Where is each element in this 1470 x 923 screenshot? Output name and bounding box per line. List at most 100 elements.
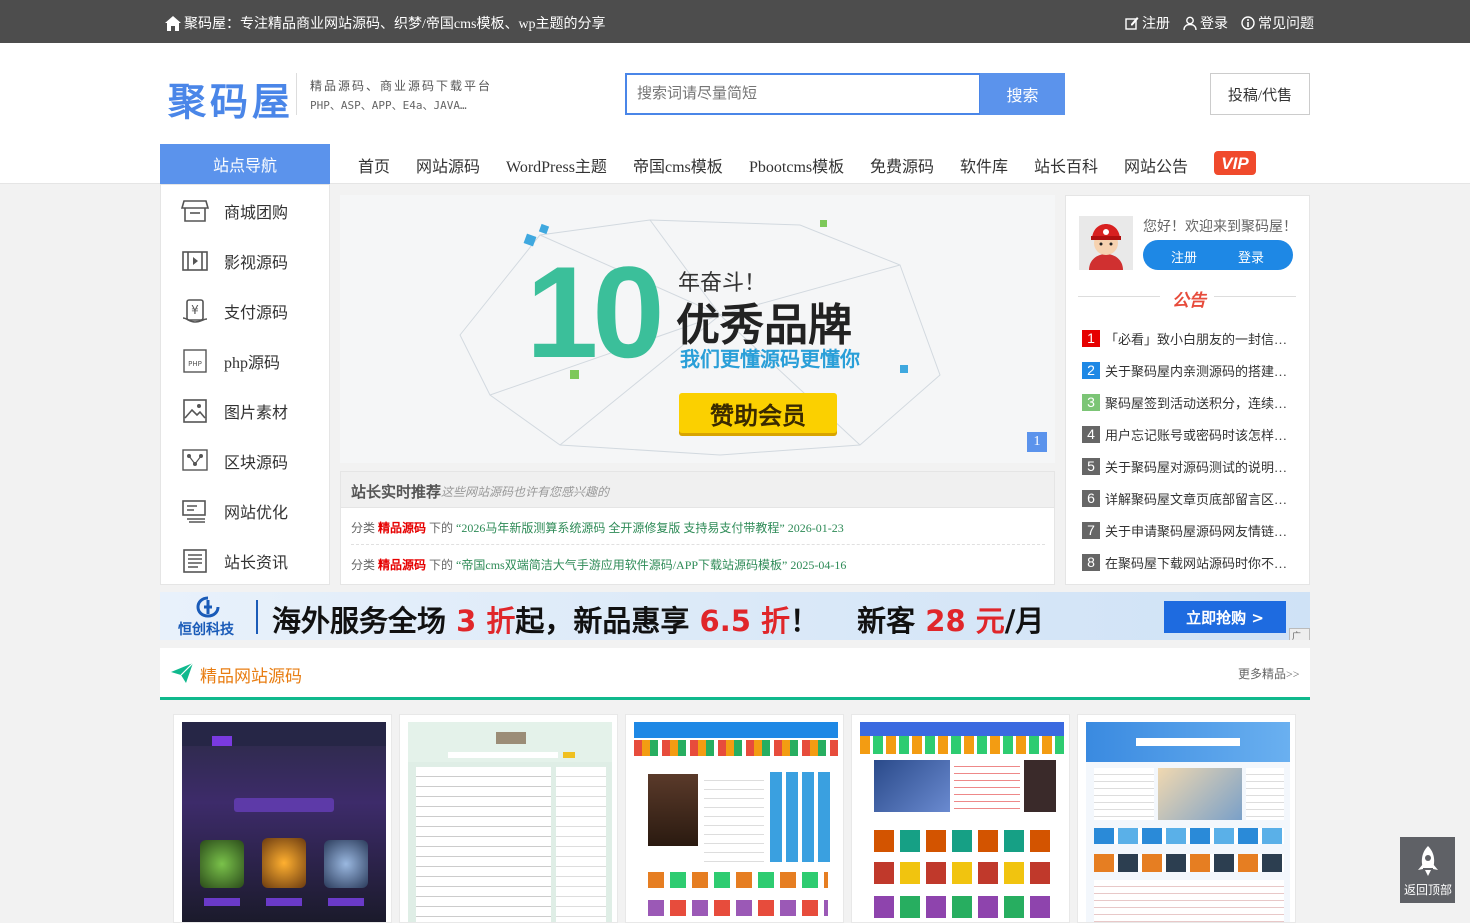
- sidebar-item-news[interactable]: 站长资讯: [161, 536, 329, 586]
- recommend-link[interactable]: “帝国cms双端简洁大气手游应用软件源码/APP下载站源码模板”: [456, 558, 787, 572]
- store-icon: [181, 200, 209, 222]
- ad-brand: 恒创科技: [178, 622, 234, 638]
- banner-slider[interactable]: 10 年奋斗！ 优秀品牌 我们更懂源码更懂你 赞助会员 1: [340, 195, 1055, 463]
- notice-number: 6: [1082, 489, 1100, 507]
- header: 聚码屋 精品源码、商业源码下载平台 PHP、ASP、APP、E4a、JAVA… …: [0, 43, 1470, 184]
- welcome-text: 您好！欢迎来到聚码屋！: [1143, 220, 1297, 235]
- product-card[interactable]: [173, 714, 392, 923]
- nav-wordpress[interactable]: WordPress主题: [506, 153, 607, 177]
- recommend-subtitle: 这些网站源码也许有您感兴趣的: [441, 485, 610, 499]
- login-link[interactable]: 登录: [1200, 13, 1228, 33]
- sidebar-item-label: php源码: [224, 355, 281, 372]
- search-box: [625, 73, 981, 115]
- sidebar-item-seo[interactable]: 网站优化: [161, 486, 329, 536]
- submit-button[interactable]: 投稿/代售: [1210, 73, 1310, 115]
- nav-software[interactable]: 软件库: [960, 153, 1008, 177]
- panel-login-button[interactable]: 登录: [1238, 247, 1264, 266]
- product-card[interactable]: [399, 714, 618, 923]
- panel-register-button[interactable]: 注册: [1171, 247, 1197, 266]
- recommend-item[interactable]: 分类 精品源码 下的 “帝国cms双端简洁大气手游应用软件源码/APP下载站源码…: [351, 556, 846, 573]
- logo[interactable]: 聚码屋: [168, 71, 294, 126]
- nav-pbootcms[interactable]: Pbootcms模板: [749, 153, 844, 177]
- register-link[interactable]: 注册: [1142, 13, 1170, 33]
- notice-item[interactable]: 1 「必看」致小白朋友的一封信：…: [1082, 327, 1292, 349]
- rocket-icon: [1418, 846, 1438, 876]
- logo-divider: [296, 73, 297, 115]
- sidebar-item-label: 网站优化: [224, 505, 289, 522]
- svg-text:¥: ¥: [191, 303, 199, 317]
- notice-number: 5: [1082, 457, 1100, 475]
- notice-item[interactable]: 8 在聚码屋下载网站源码时你不得…: [1082, 551, 1292, 573]
- sidebar-item-video[interactable]: 影视源码: [161, 236, 329, 286]
- search-input[interactable]: [627, 75, 979, 113]
- tagline-1: 精品源码、商业源码下载平台: [310, 79, 493, 93]
- notice-item[interactable]: 6 详解聚码屋文章页底部留言区的…: [1082, 487, 1292, 509]
- nav-free-source[interactable]: 免费源码: [870, 153, 934, 177]
- svg-text:PHP: PHP: [188, 360, 202, 368]
- image-icon: [183, 399, 207, 423]
- blockchain-icon: [182, 449, 208, 471]
- divider: [1214, 296, 1296, 297]
- notice-number: 2: [1082, 361, 1100, 379]
- seo-icon: [182, 500, 206, 523]
- notice-item[interactable]: 3 聚码屋签到活动送积分，连续签…: [1082, 391, 1292, 413]
- product-thumbnail: [860, 722, 1064, 922]
- back-to-top-button[interactable]: 返回顶部: [1400, 837, 1455, 903]
- notice-number: 8: [1082, 553, 1100, 571]
- sidebar-item-images[interactable]: 图片素材: [161, 386, 329, 436]
- recommend-box: 站长实时推荐 这些网站源码也许有您感兴趣的 分类 精品源码 下的 “2026马年…: [340, 471, 1055, 585]
- php-file-icon: PHP: [183, 349, 207, 373]
- vip-badge-icon[interactable]: VIP: [1214, 151, 1256, 175]
- notice-item[interactable]: 7 关于申请聚码屋源码网友情链接…: [1082, 519, 1292, 541]
- sidebar-item-blockchain[interactable]: 区块源码: [161, 436, 329, 486]
- notice-number: 3: [1082, 393, 1100, 411]
- notice-item[interactable]: 2 关于聚码屋内亲测源码的搭建、…: [1082, 359, 1292, 381]
- user-icon: [1183, 16, 1197, 30]
- section-header: 精品网站源码 更多精品>>: [160, 648, 1310, 700]
- search-button[interactable]: 搜索: [980, 73, 1065, 115]
- main-nav: 首页 网站源码 WordPress主题 帝国cms模板 Pbootcms模板 免…: [0, 151, 1470, 177]
- sidebar-item-mall[interactable]: 商城团购: [161, 186, 329, 236]
- product-thumbnail: [634, 722, 838, 922]
- auth-buttons: 注册 登录: [1143, 240, 1293, 270]
- sidebar-item-label: 支付源码: [224, 305, 289, 322]
- notice-item[interactable]: 5 关于聚码屋对源码测试的说明，…: [1082, 455, 1292, 477]
- nav-empirecms[interactable]: 帝国cms模板: [633, 153, 723, 177]
- recommend-item[interactable]: 分类 精品源码 下的 “2026马年新版测算系统源码 全开源修复版 支持易支付带…: [351, 519, 844, 536]
- product-card[interactable]: [851, 714, 1070, 923]
- news-icon: [183, 549, 207, 573]
- sidebar-item-label: 商城团购: [224, 205, 289, 222]
- notice-title: 公告: [1172, 291, 1206, 311]
- sidebar-item-label: 图片素材: [224, 405, 289, 422]
- tagline-2: PHP、ASP、APP、E4a、JAVA…: [310, 99, 467, 112]
- sidebar-item-label: 影视源码: [224, 255, 289, 272]
- sidebar-item-php[interactable]: PHP php源码: [161, 336, 329, 386]
- product-card[interactable]: [1077, 714, 1296, 923]
- sponsor-cta-button[interactable]: 赞助会员: [679, 393, 837, 433]
- notice-number: 7: [1082, 521, 1100, 539]
- svg-text:VIP: VIP: [1221, 154, 1249, 173]
- sidebar-item-payment[interactable]: ¥ 支付源码: [161, 286, 329, 336]
- avatar: [1079, 216, 1133, 270]
- ad-cta-button[interactable]: 立即抢购 >: [1164, 601, 1286, 633]
- ad-banner[interactable]: 恒创科技 海外服务全场 3 折起，新品惠享 6.5 折！ 新客 28 元/月 立…: [160, 592, 1310, 640]
- user-panel: 您好！欢迎来到聚码屋！ 注册 登录 公告 1 「必看」致小白朋友的一封信：… 2关…: [1065, 195, 1310, 585]
- banner-line3: 我们更懂源码更懂你: [680, 347, 860, 371]
- notice-number: 1: [1082, 329, 1100, 347]
- product-card[interactable]: [625, 714, 844, 923]
- faq-link[interactable]: 常见问题: [1258, 13, 1314, 33]
- user-links: 注册 登录 常见问题: [1125, 13, 1314, 33]
- recommend-link[interactable]: “2026马年新版测算系统源码 全开源修复版 支持易支付带教程”: [456, 521, 785, 535]
- sidebar-item-label: 区块源码: [224, 455, 289, 472]
- recommend-header: 站长实时推荐 这些网站源码也许有您感兴趣的: [341, 472, 1054, 508]
- slider-page-indicator[interactable]: 1: [1027, 432, 1047, 452]
- nav-website-source[interactable]: 网站源码: [416, 153, 480, 177]
- more-link[interactable]: 更多精品>>: [1238, 665, 1300, 682]
- nav-wiki[interactable]: 站长百科: [1034, 153, 1098, 177]
- section-title: 精品网站源码: [200, 667, 302, 686]
- product-thumbnail: [182, 722, 386, 922]
- nav-announcement[interactable]: 网站公告: [1124, 153, 1188, 177]
- product-thumbnail: [1086, 722, 1290, 922]
- notice-item[interactable]: 4 用户忘记账号或密码时该怎样找…: [1082, 423, 1292, 445]
- nav-home[interactable]: 首页: [358, 153, 390, 177]
